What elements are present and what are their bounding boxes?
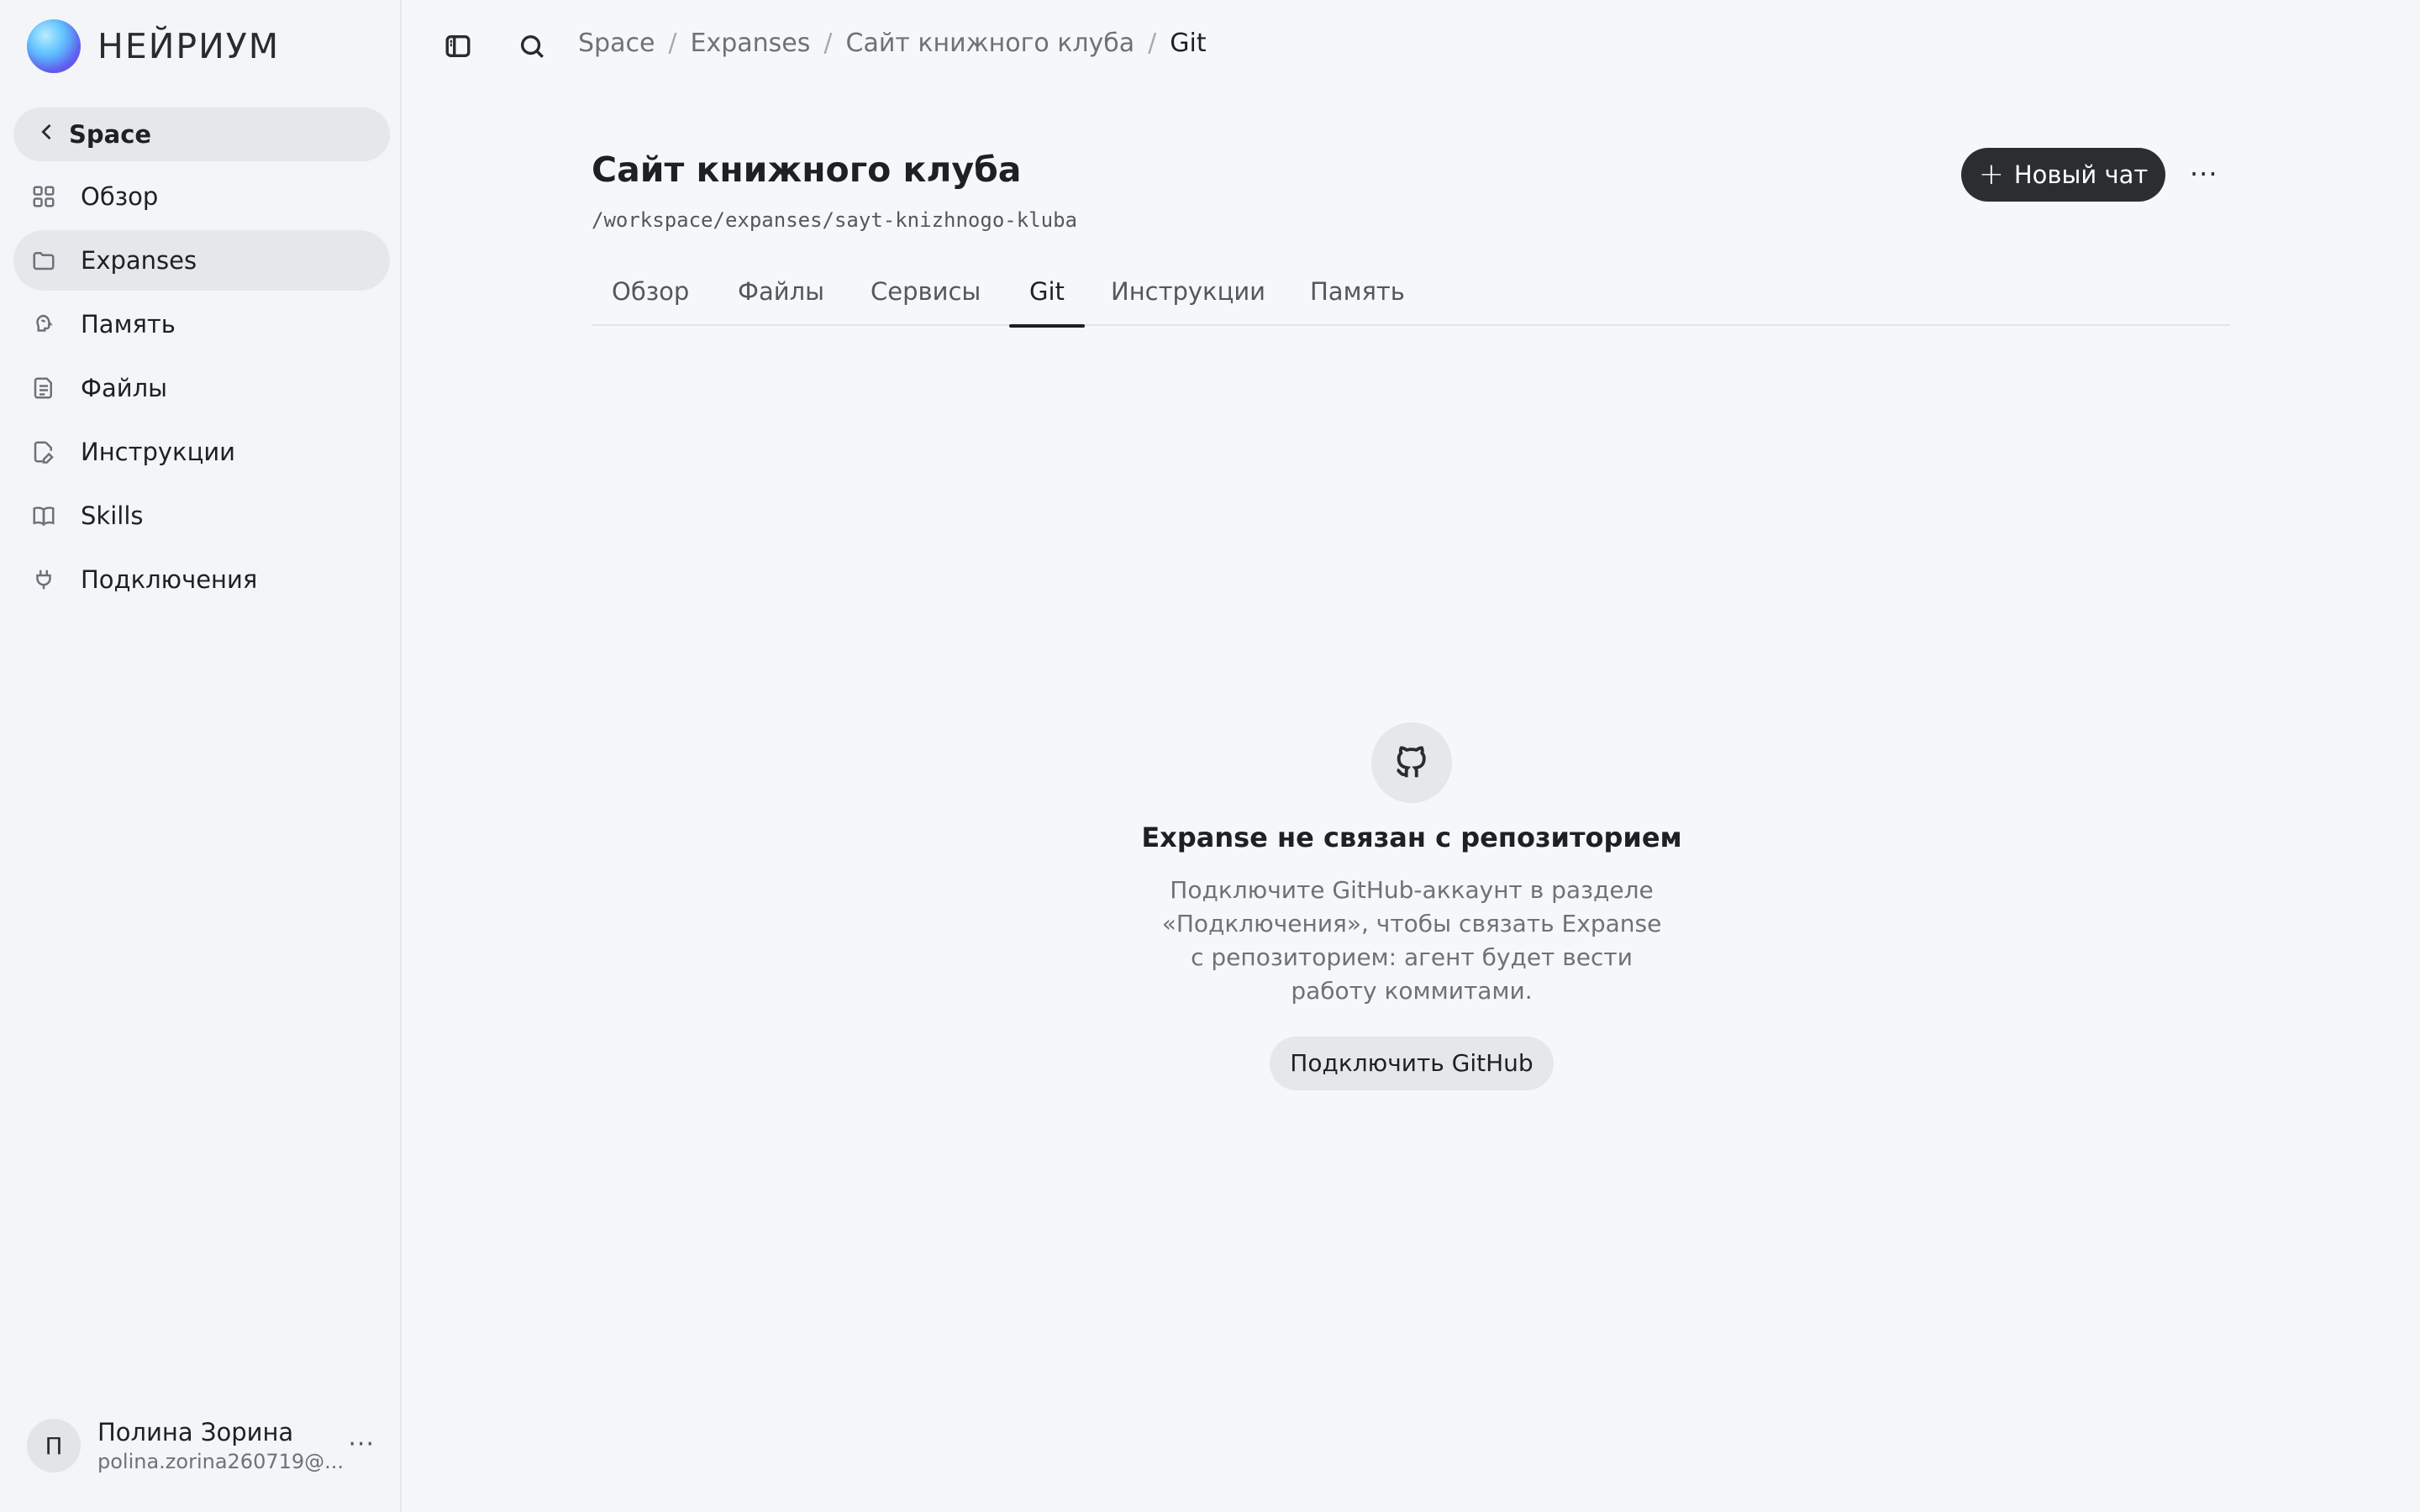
book-icon — [30, 502, 57, 529]
more-horizontal-icon[interactable]: ··· — [2190, 158, 2218, 190]
breadcrumb-separator: / — [668, 29, 677, 58]
sidebar-item-connections[interactable]: Подключения — [13, 549, 390, 610]
breadcrumb-project[interactable]: Сайт книжного клуба — [846, 29, 1135, 58]
app-window: НЕЙРИУМ Space Обзор Expanses Память Файл… — [0, 0, 2420, 1512]
breadcrumb-expanses[interactable]: Expanses — [691, 29, 811, 58]
sidebar-item-label: Skills — [81, 501, 144, 530]
empty-state-title: Expanse не связан с репозиторием — [1141, 822, 1682, 853]
more-horizontal-icon[interactable]: ··· — [348, 1430, 375, 1459]
sidebar-toggle-icon[interactable] — [444, 32, 474, 62]
sidebar-item-label: Инструкции — [81, 438, 236, 466]
plus-icon: + — [1978, 157, 2004, 192]
file-edit-icon — [30, 438, 57, 465]
tab-files[interactable]: Файлы — [738, 277, 824, 326]
breadcrumb: Space / Expanses / Сайт книжного клуба /… — [578, 29, 1207, 58]
sidebar-item-label: Память — [81, 310, 176, 339]
git-empty-state: Expanse не связан с репозиторием Подключ… — [992, 722, 1832, 1090]
sidebar-back-label: Space — [69, 120, 152, 149]
sidebar-back-space[interactable]: Space — [13, 108, 390, 161]
breadcrumb-separator: / — [823, 29, 833, 58]
user-info: Полина Зорина polina.zorina260719@... — [97, 1418, 350, 1473]
sidebar-item-memory[interactable]: Память — [13, 294, 390, 354]
new-chat-label: Новый чат — [2013, 160, 2149, 189]
sidebar-item-skills[interactable]: Skills — [13, 486, 390, 546]
page-title: Сайт книжного клуба — [592, 150, 1022, 190]
grid-icon — [30, 183, 57, 210]
sidebar-item-label: Обзор — [81, 182, 159, 211]
github-icon — [1371, 722, 1452, 803]
sidebar-item-label: Файлы — [81, 374, 168, 402]
breadcrumb-separator: / — [1148, 29, 1157, 58]
connect-github-button[interactable]: Подключить GitHub — [1270, 1037, 1554, 1090]
new-chat-button[interactable]: + Новый чат — [1961, 148, 2165, 202]
brain-icon — [30, 311, 57, 338]
user-name: Полина Зорина — [97, 1418, 294, 1446]
brand-logo — [27, 19, 81, 73]
breadcrumb-space[interactable]: Space — [578, 29, 655, 58]
folder-icon — [30, 247, 57, 274]
chevron-left-icon — [35, 120, 60, 149]
sidebar-nav: Обзор Expanses Память Файлы Инструкции S… — [13, 166, 390, 613]
brand[interactable]: НЕЙРИУМ — [27, 18, 280, 74]
brand-name: НЕЙРИУМ — [97, 26, 281, 66]
sidebar: НЕЙРИУМ Space Обзор Expanses Память Файл… — [0, 0, 402, 1512]
tab-git[interactable]: Git — [1009, 277, 1085, 328]
tab-services[interactable]: Сервисы — [871, 277, 981, 326]
sidebar-item-label: Expanses — [81, 246, 197, 275]
search-icon[interactable] — [518, 32, 548, 62]
sidebar-item-expanses[interactable]: Expanses — [13, 230, 390, 291]
sidebar-item-instructions[interactable]: Инструкции — [13, 422, 390, 482]
workspace-path: /workspace/expanses/sayt-knizhnogo-kluba — [592, 208, 1077, 232]
sidebar-item-overview[interactable]: Обзор — [13, 166, 390, 227]
tab-memory[interactable]: Память — [1310, 277, 1405, 326]
breadcrumb-current: Git — [1170, 29, 1207, 58]
plug-icon — [30, 566, 57, 593]
file-icon — [30, 375, 57, 402]
user-profile[interactable]: П Полина Зорина polina.zorina260719@... … — [27, 1416, 388, 1475]
tab-instructions[interactable]: Инструкции — [1111, 277, 1265, 326]
tab-bar: Обзор Файлы Сервисы Git Инструкции Памят… — [592, 267, 2230, 328]
sidebar-item-label: Подключения — [81, 565, 258, 594]
tab-overview[interactable]: Обзор — [612, 277, 689, 326]
sidebar-item-files[interactable]: Файлы — [13, 358, 390, 418]
topbar: Space / Expanses / Сайт книжного клуба /… — [402, 0, 2420, 94]
avatar: П — [27, 1419, 81, 1473]
user-email: polina.zorina260719@... — [97, 1450, 345, 1473]
empty-state-description: Подключите GitHub-аккаунт в разделе «Под… — [1161, 876, 1662, 1005]
